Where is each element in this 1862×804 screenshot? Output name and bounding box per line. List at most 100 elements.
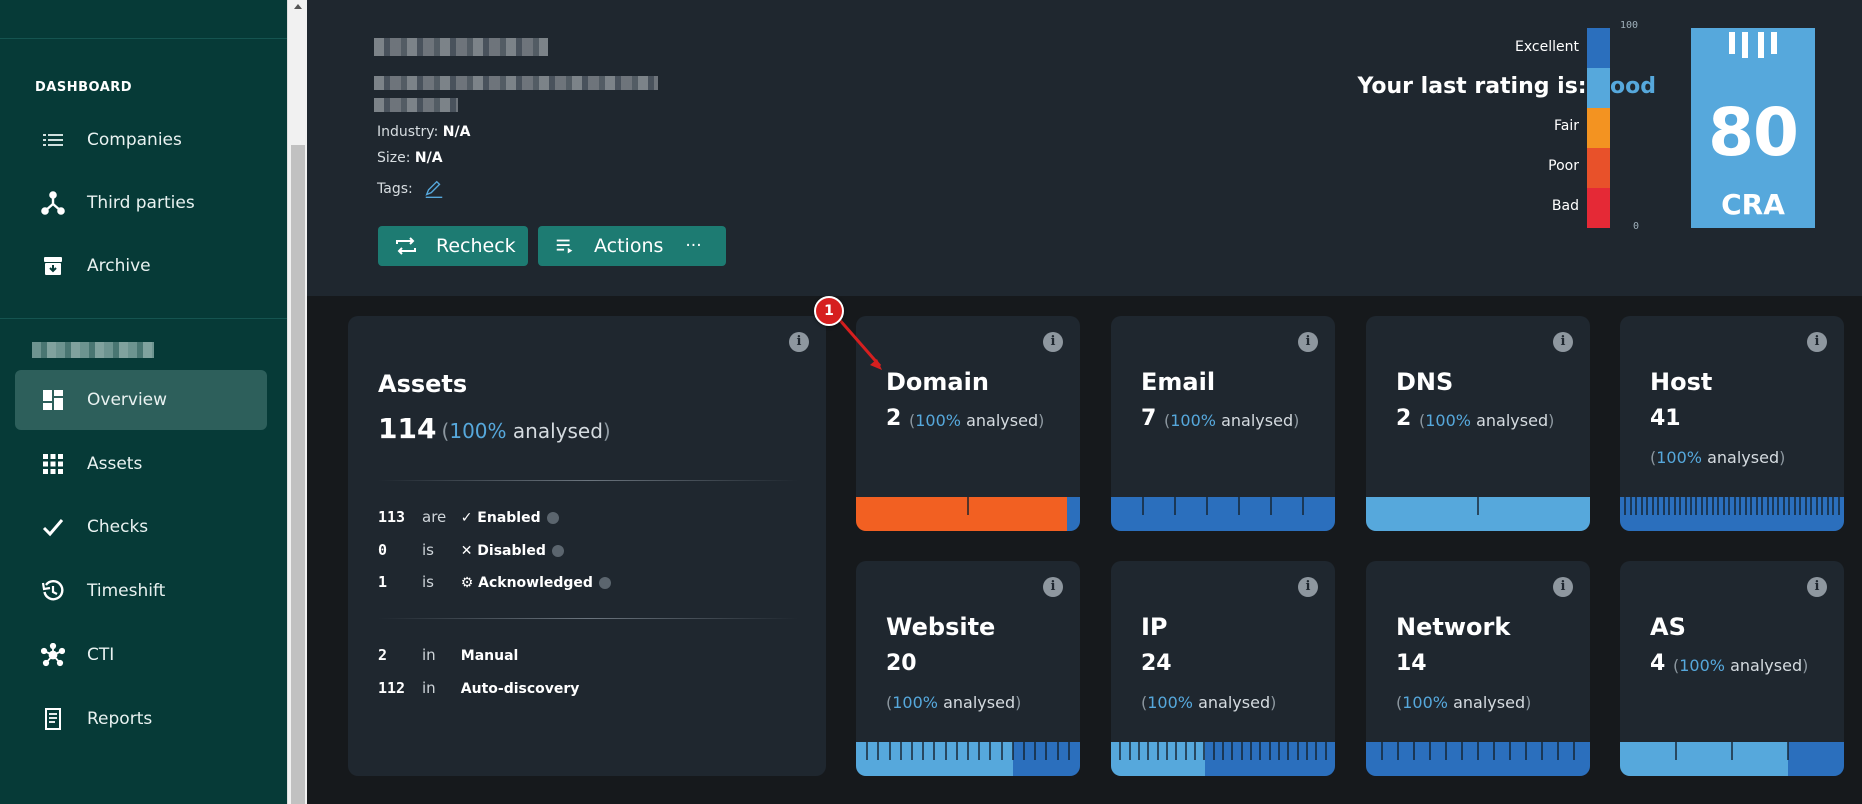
list-icon [43, 134, 63, 146]
dashboard-grid-icon [43, 390, 63, 410]
bar-segment [1111, 497, 1335, 531]
sidebar-item-label: Archive [87, 256, 151, 276]
actions-label: Actions [594, 235, 664, 257]
info-icon [551, 544, 564, 557]
host-card[interactable]: i Host 41 (100% analysed) [1620, 316, 1844, 531]
asset-status-bar [856, 742, 1080, 776]
asset-count: 20 [886, 651, 917, 676]
card-title: AS [1650, 613, 1686, 641]
actions-button[interactable]: Actions ··· [538, 226, 726, 266]
info-icon[interactable]: i [789, 332, 809, 352]
score-badge: 80 CRA [1691, 28, 1815, 228]
actions-list-icon [556, 239, 573, 254]
scale-label-excellent: Excellent [1515, 39, 1579, 55]
sidebar-item-reports[interactable]: Reports [15, 689, 267, 749]
asset-status-bar [1620, 497, 1844, 531]
apps-grid-icon [43, 454, 63, 474]
ip-card[interactable]: i IP 24 (100% analysed) [1111, 561, 1335, 776]
cross-icon: ✕ [460, 543, 473, 559]
info-icon[interactable]: i [1553, 332, 1573, 352]
network-card[interactable]: i Network 14 (100% analysed) [1366, 561, 1590, 776]
info-icon[interactable]: i [1807, 332, 1827, 352]
sidebar-item-companies[interactable]: Companies [15, 110, 267, 170]
sidebar-item-label: Third parties [87, 193, 195, 213]
card-title: DNS [1396, 368, 1454, 396]
sidebar-item-archive[interactable]: Archive [15, 236, 267, 296]
assets-total: 114 (100% analysed) [378, 412, 611, 445]
asset-count: 24 [1141, 651, 1172, 676]
divider [378, 618, 798, 619]
edit-pencil-icon[interactable] [423, 178, 445, 200]
company-header: Industry: N/A Size: N/A Tags: Recheck Ac… [307, 0, 1862, 296]
scroll-up-arrow-icon[interactable] [294, 4, 302, 9]
sidebar-divider [0, 38, 287, 39]
info-icon[interactable]: i [1553, 577, 1573, 597]
email-card[interactable]: i Email 7 (100% analysed) [1111, 316, 1335, 531]
sidebar-item-third-parties[interactable]: Third parties [15, 173, 267, 233]
score-unit: CRA [1721, 188, 1785, 221]
scale-segment-bad [1587, 188, 1610, 228]
info-icon[interactable]: i [1043, 577, 1063, 597]
scale-segment-good [1587, 68, 1610, 108]
asset-count: 14 [1396, 651, 1427, 676]
recheck-label: Recheck [436, 235, 516, 257]
info-icon[interactable]: i [1807, 577, 1827, 597]
industry-field: Industry: N/A [377, 124, 471, 140]
sidebar-scrollbar[interactable] [287, 0, 307, 804]
sidebar-item-label: Companies [87, 130, 182, 150]
size-field: Size: N/A [377, 150, 443, 166]
card-title: Website [886, 613, 996, 641]
dns-card[interactable]: i DNS 2 (100% analysed) [1366, 316, 1590, 531]
recheck-arrows-icon [396, 237, 416, 255]
analysed-text: (100% analysed) [1141, 693, 1277, 712]
callout-badge: 1 [814, 296, 844, 326]
asset-status-bar [1111, 497, 1335, 531]
recheck-button[interactable]: Recheck [378, 226, 528, 266]
sidebar-item-assets[interactable]: Assets [15, 434, 267, 494]
info-icon[interactable]: i [1298, 332, 1318, 352]
info-icon[interactable]: i [1043, 332, 1063, 352]
card-title: Host [1650, 368, 1713, 396]
assets-disabled-row: 0 is ✕ Disabled [378, 541, 564, 559]
scale-min: 0 [1633, 221, 1640, 232]
sidebar-item-cti[interactable]: CTI [15, 625, 267, 685]
assets-autodiscovery-row: 112 in Auto-discovery [378, 679, 580, 697]
scale-max: 100 [1620, 20, 1639, 31]
website-card[interactable]: i Website 20 (100% analysed) [856, 561, 1080, 776]
sidebar-item-label: Timeshift [87, 581, 166, 601]
bar-segment [856, 497, 1067, 531]
company-name-redacted [32, 342, 154, 358]
analysed-text: (100% analysed) [886, 693, 1022, 712]
asset-count: 2 [1396, 406, 1412, 431]
card-title: Domain [886, 368, 989, 396]
sidebar-item-label: Checks [87, 517, 149, 537]
sidebar-divider [0, 318, 287, 319]
network-tree-icon [41, 191, 65, 215]
as-card[interactable]: i AS 4 (100% analysed) [1620, 561, 1844, 776]
actions-more-icon[interactable]: ··· [685, 236, 701, 256]
company-name-redacted [374, 38, 548, 56]
scale-segment-poor [1587, 148, 1610, 188]
sidebar-item-checks[interactable]: Checks [15, 497, 267, 557]
company-detail-redacted [374, 98, 458, 112]
bar-segment [1067, 497, 1080, 531]
brand-bars-icon [1729, 32, 1777, 58]
checkmark-icon [42, 519, 64, 537]
analysed-text: (100% analysed) [1673, 656, 1809, 675]
sidebar-item-timeshift[interactable]: Timeshift [15, 561, 267, 621]
scale-label-poor: Poor [1548, 158, 1579, 174]
bar-segment [1788, 742, 1844, 776]
sidebar: DASHBOARD Companies Third parties Archiv… [0, 0, 287, 804]
analysed-text: (100% analysed) [1164, 411, 1300, 430]
info-icon [598, 576, 611, 589]
asset-status-bar [856, 497, 1080, 531]
check-icon: ✓ [460, 510, 473, 526]
info-icon[interactable]: i [1298, 577, 1318, 597]
sidebar-item-overview[interactable]: Overview [15, 370, 267, 430]
scale-segment-fair [1587, 108, 1610, 148]
card-title: Network [1396, 613, 1511, 641]
assets-manual-row: 2 in Manual [378, 646, 519, 664]
scrollbar-thumb[interactable] [291, 145, 305, 804]
sidebar-item-label: Overview [87, 390, 168, 410]
assets-summary-card: i Assets 114 (100% analysed) 113 are ✓ En… [348, 316, 826, 776]
